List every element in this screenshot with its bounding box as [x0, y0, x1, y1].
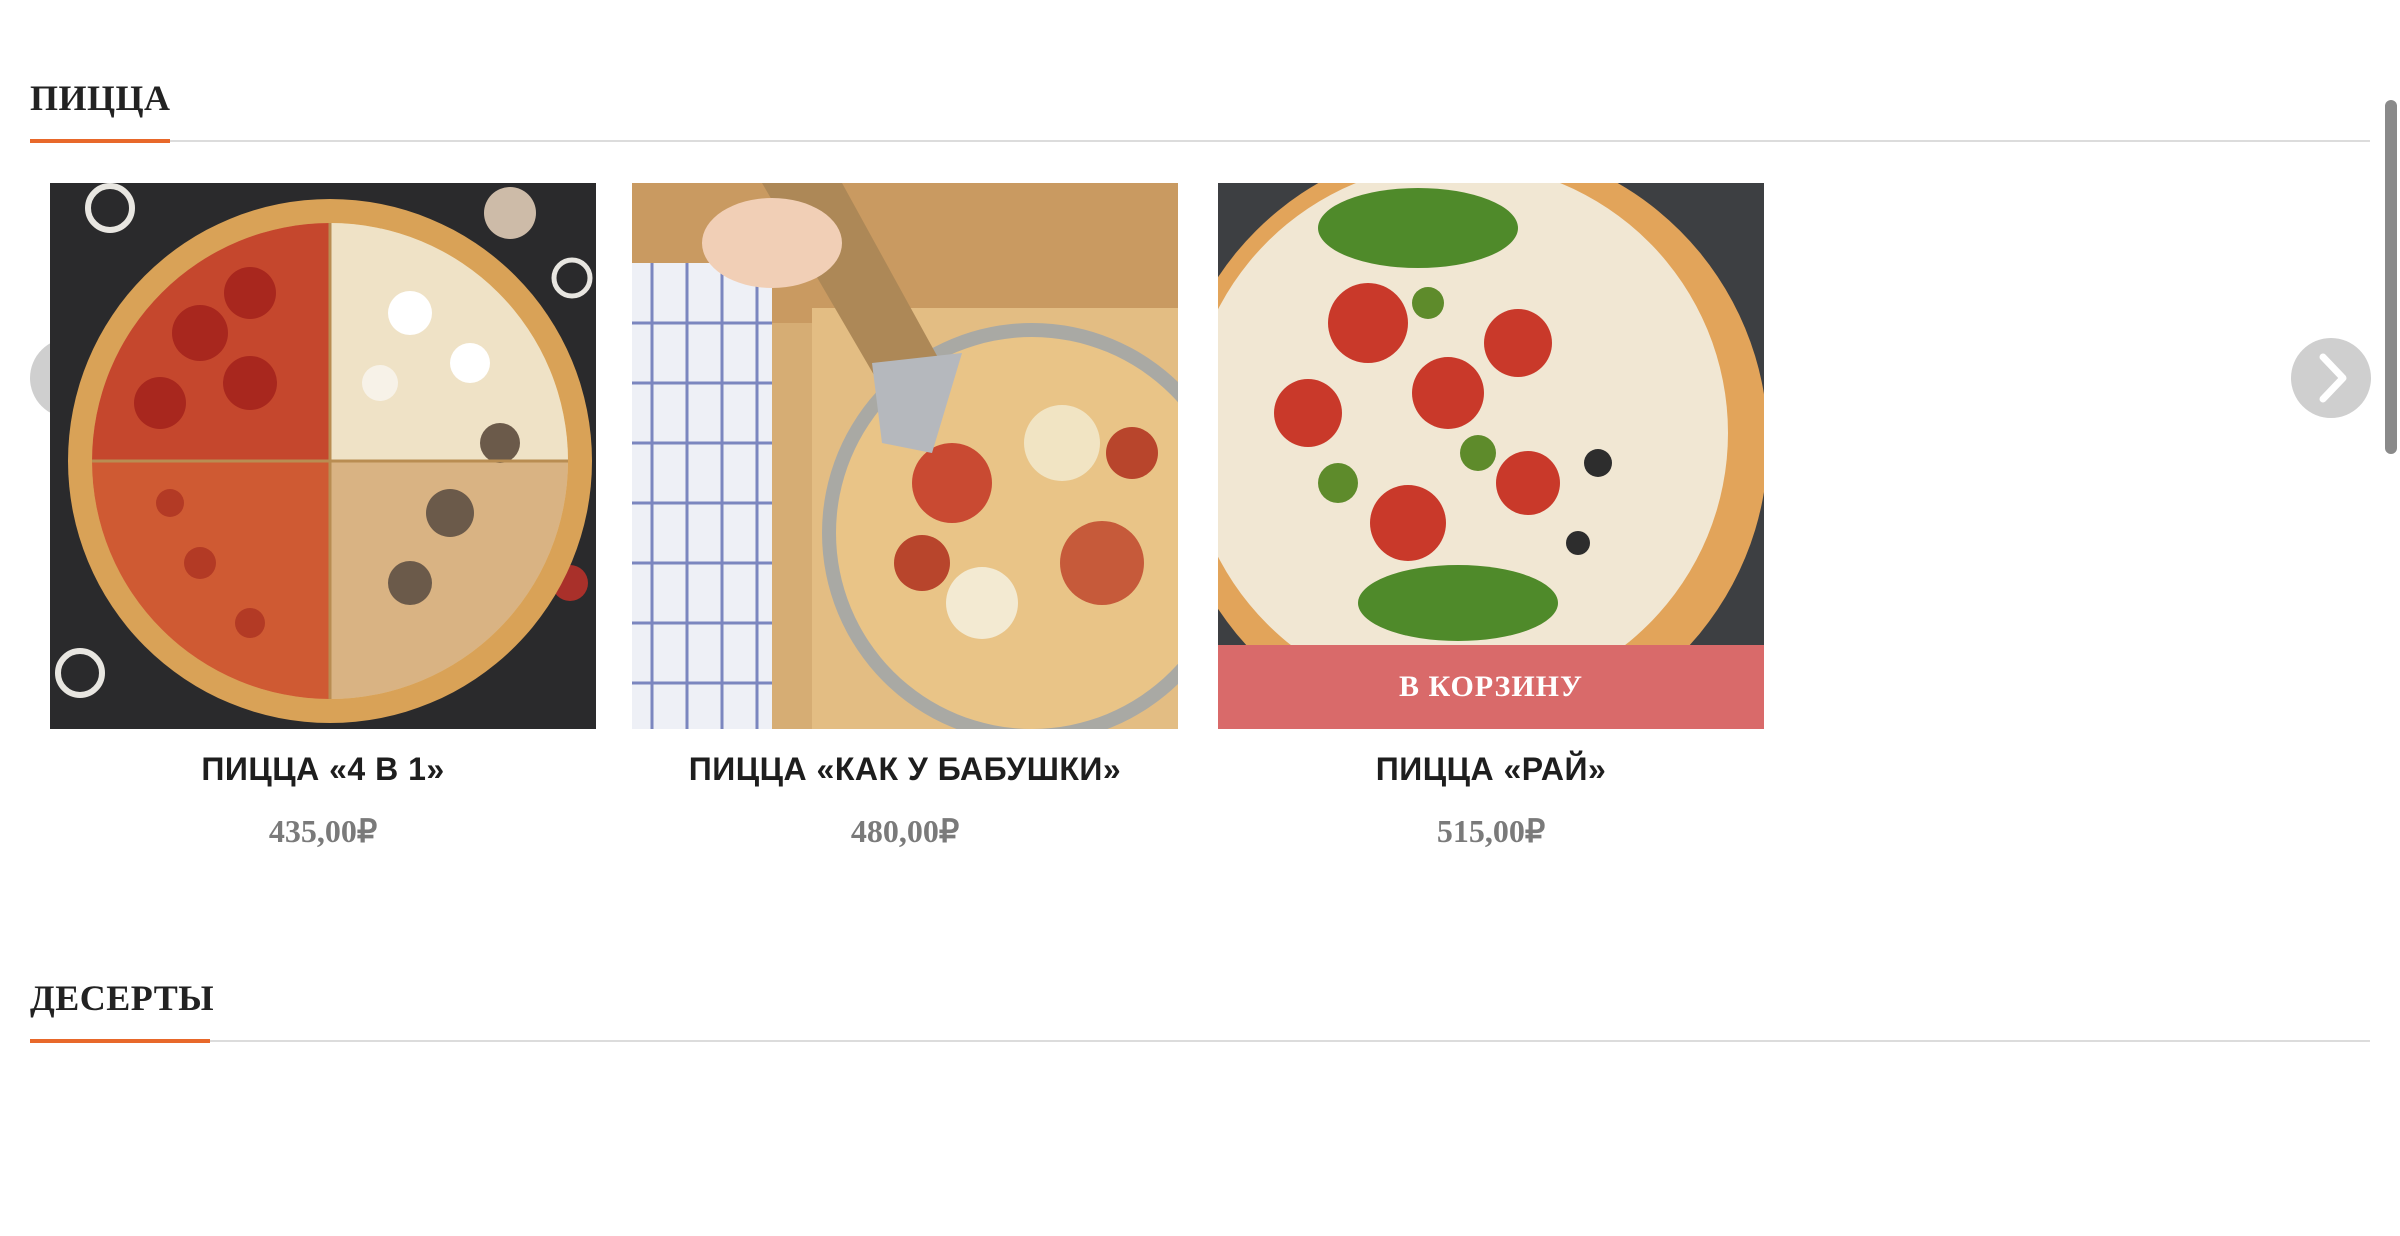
carousel-next-button[interactable]	[2291, 338, 2371, 418]
section-header-pizza: ПИЦЦА	[30, 80, 2370, 146]
product-image[interactable]	[632, 183, 1178, 729]
product-card[interactable]: ПИЦЦА «4 В 1» 435,00₽	[50, 183, 596, 850]
product-card[interactable]: ПИЦЦА «КАК У БАБУШКИ» 480,00₽	[632, 183, 1178, 850]
section-divider	[30, 140, 2370, 142]
product-name[interactable]: ПИЦЦА «4 В 1»	[50, 751, 596, 788]
product-image[interactable]: В КОРЗИНУ	[1218, 183, 1764, 729]
product-price: 480,00₽	[850, 813, 960, 849]
section-header-desserts: ДЕСЕРТЫ	[30, 980, 2370, 1046]
product-price: 515,00₽	[1436, 813, 1546, 849]
section-divider	[30, 1040, 2370, 1042]
product-image[interactable]	[50, 183, 596, 729]
product-card[interactable]: В КОРЗИНУ ПИЦЦА «РАЙ» 515,00₽	[1218, 183, 1764, 850]
product-name[interactable]: ПИЦЦА «КАК У БАБУШКИ»	[632, 751, 1178, 788]
section-accent-underline	[30, 1039, 210, 1043]
add-to-cart-button[interactable]: В КОРЗИНУ	[1218, 645, 1764, 729]
section-accent-underline	[30, 139, 170, 143]
chevron-right-icon	[2319, 353, 2347, 403]
vertical-scrollbar[interactable]	[2385, 100, 2397, 454]
section-title: ДЕСЕРТЫ	[30, 978, 215, 1018]
product-name[interactable]: ПИЦЦА «РАЙ»	[1218, 751, 1764, 788]
product-price: 435,00₽	[268, 813, 378, 849]
section-title: ПИЦЦА	[30, 78, 171, 118]
